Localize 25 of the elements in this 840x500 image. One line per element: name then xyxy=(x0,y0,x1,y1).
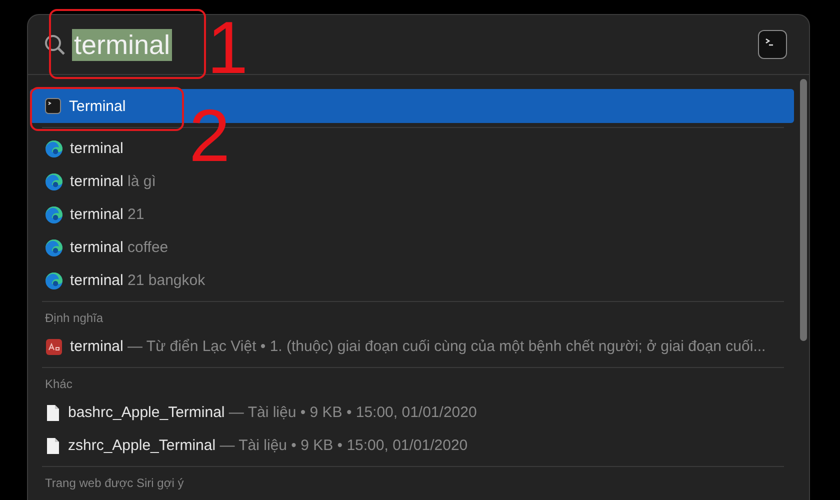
suggestion-item[interactable]: terminal coffee xyxy=(70,239,168,256)
scrollbar[interactable] xyxy=(800,79,807,341)
document-icon xyxy=(45,404,61,422)
suggestion-item[interactable]: terminal 21 xyxy=(70,206,144,223)
section-heading: Trang web được Siri gợi ý xyxy=(45,476,184,490)
browser-icon xyxy=(45,206,63,224)
dictionary-icon xyxy=(45,338,63,356)
document-icon xyxy=(45,436,61,454)
suggestion-item[interactable]: terminal xyxy=(70,140,124,157)
browser-icon xyxy=(45,238,63,256)
suggestion-item[interactable]: terminal 21 bangkok xyxy=(70,272,206,289)
browser-icon xyxy=(45,172,63,190)
section-heading: Định nghĩa xyxy=(45,311,104,325)
app-name: Terminal xyxy=(69,98,126,114)
browser-icon xyxy=(45,272,63,290)
result-item[interactable]: terminal — Từ điển Lạc Việt • 1. (thuộc) giai đoạn cuối cùng của một bệnh chết người; ở giai đoạn cuối... xyxy=(70,338,766,355)
browser-icon xyxy=(45,140,63,158)
terminal-icon[interactable] xyxy=(758,30,787,59)
search-icon xyxy=(44,34,66,56)
result-item[interactable]: bashrc_Apple_Terminal — Tài liệu • 9 KB • 15:00, 01/01/2020 xyxy=(68,404,477,421)
result-item[interactable]: zshrc_Apple_Terminal — Tài liệu • 9 KB • 15:00, 01/01/2020 xyxy=(68,437,468,454)
annotation-number: 1 xyxy=(207,11,248,85)
terminal-icon xyxy=(45,98,61,114)
suggestion-item[interactable]: terminal là gì xyxy=(70,173,156,190)
section-heading: Khác xyxy=(45,377,72,391)
